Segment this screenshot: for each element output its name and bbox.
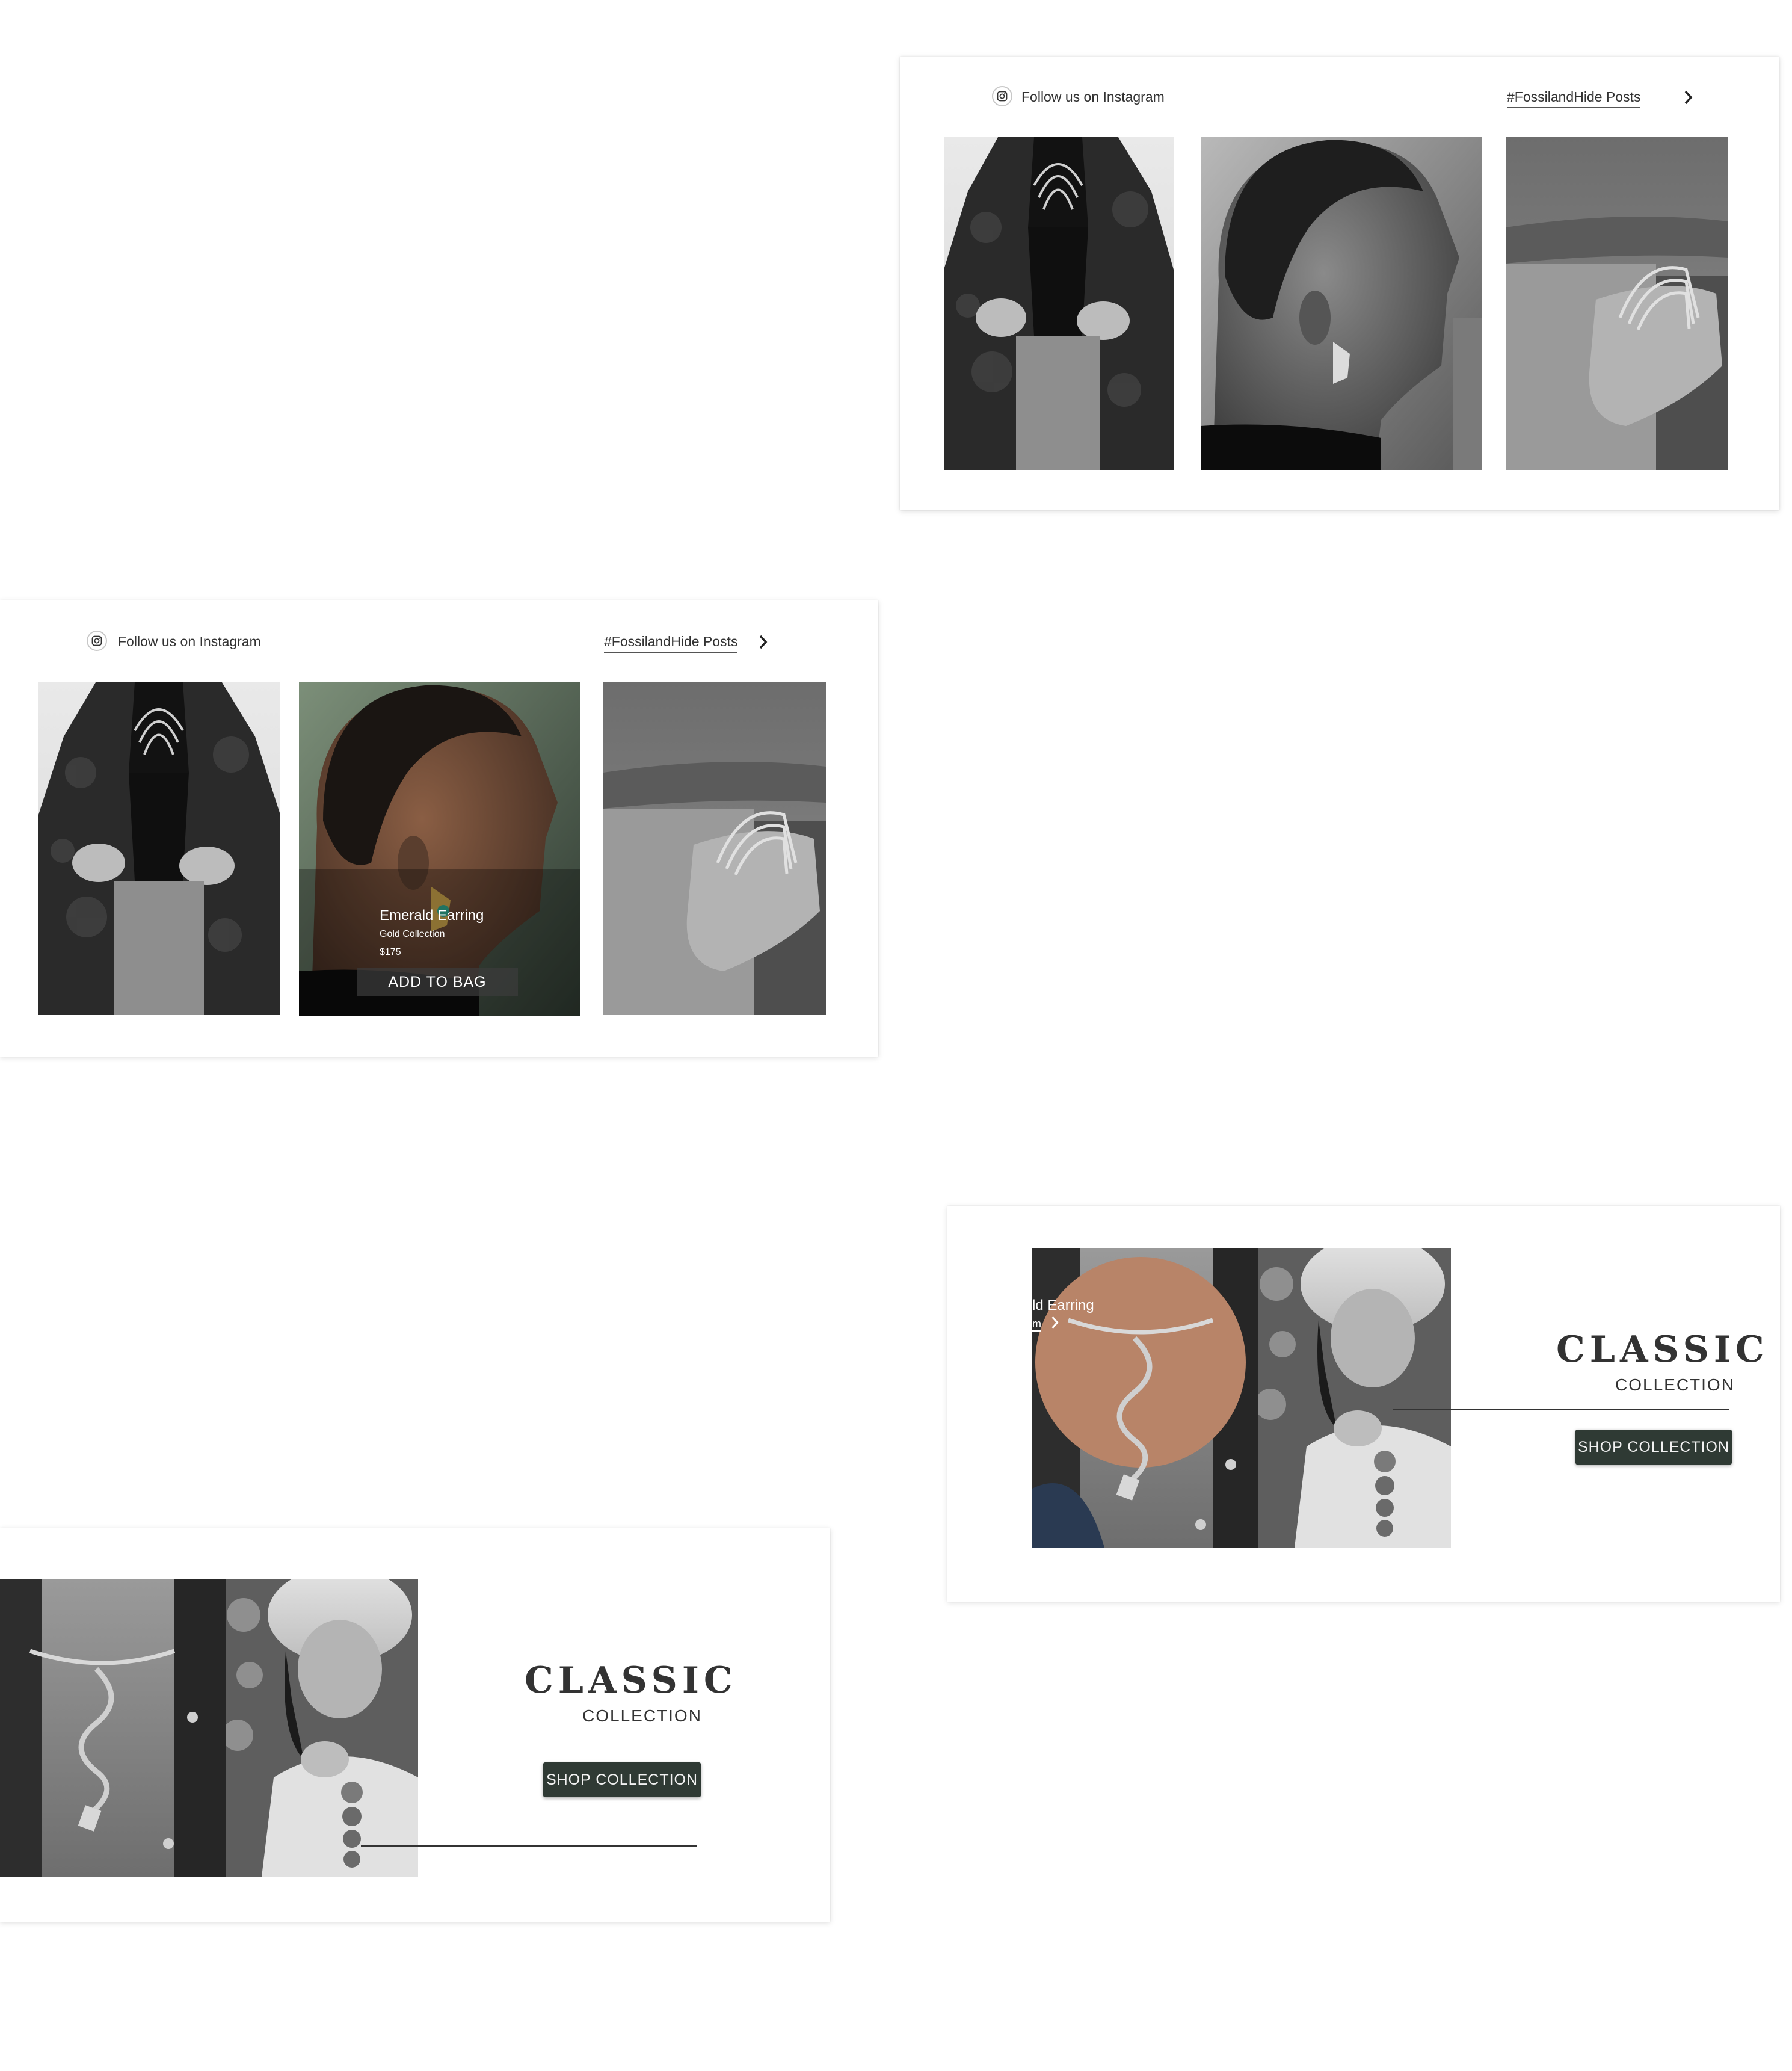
instagram-photo-earring[interactable] [1201,137,1482,470]
add-to-bag-button[interactable]: ADD TO BAG [357,968,518,996]
shop-collection-button[interactable]: SHOP COLLECTION [543,1762,701,1797]
shop-collection-button[interactable]: SHOP COLLECTION [1575,1430,1732,1465]
hashtag-posts-link[interactable]: #FossilandHide Posts [1507,89,1641,108]
classic-title: CLASSIC [1556,1329,1769,1371]
instagram-feed-card: Follow us on Instagram #FossilandHide Po… [900,57,1779,510]
necklace-photo[interactable] [0,1579,226,1877]
classic-collection-banner-alt: CLASSIC COLLECTION SHOP COLLECTION [0,1528,830,1922]
instagram-photo-earring-hover[interactable]: Emerald Earring Gold Collection $175 ADD… [299,682,580,1016]
model-photo[interactable] [226,1579,418,1877]
chevron-right-icon[interactable] [758,634,769,653]
necklace-photo[interactable]: ld Earring m [1032,1248,1258,1548]
collection-subtitle: COLLECTION [582,1706,702,1725]
instagram-feed-card-hover: Follow us on Instagram #FossilandHide Po… [0,600,878,1057]
model-photo[interactable] [1258,1248,1451,1548]
chevron-right-icon[interactable] [1683,90,1694,108]
instagram-icon[interactable] [87,631,107,651]
chevron-right-icon[interactable] [1050,1315,1060,1330]
product-price: $175 [380,947,401,957]
product-name: Emerald Earring [380,907,484,924]
product-collection: Gold Collection [380,929,445,939]
hashtag-posts-link[interactable]: #FossilandHide Posts [604,634,738,653]
collection-subtitle: COLLECTION [1615,1375,1735,1394]
follow-instagram-label[interactable]: Follow us on Instagram [1021,89,1165,105]
peek-product-sub: m [1032,1318,1041,1332]
instagram-photo-bracelet[interactable] [1506,137,1728,470]
instagram-icon[interactable] [992,86,1012,106]
decorative-rule [361,1845,697,1847]
follow-instagram-label[interactable]: Follow us on Instagram [118,634,261,650]
instagram-photo-jacket[interactable] [38,682,280,1015]
instagram-photo-jacket[interactable] [944,137,1174,470]
classic-collection-banner: ld Earring m CLASSIC COLLECTION SHOP COL… [947,1206,1780,1602]
instagram-photo-bracelet[interactable] [603,682,826,1015]
classic-title: CLASSIC [525,1659,737,1702]
decorative-rule [1393,1409,1729,1410]
peek-product-name: ld Earring [1032,1297,1094,1313]
